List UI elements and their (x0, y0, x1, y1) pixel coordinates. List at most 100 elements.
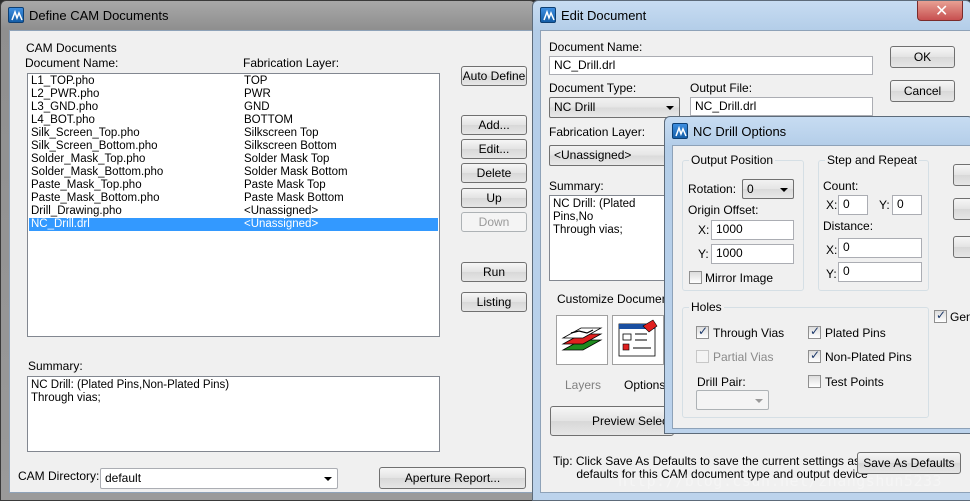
origin-y-input[interactable]: 1000 (711, 244, 794, 264)
cancel-button[interactable] (953, 198, 970, 220)
cancel-button[interactable]: Cancel (890, 80, 955, 102)
summary-label: Summary: (28, 359, 83, 373)
cam-directory-select[interactable]: default (100, 468, 338, 489)
close-icon: ✕ (935, 1, 949, 20)
count-x-input[interactable]: 0 (838, 195, 868, 215)
table-row[interactable]: Solder_Mask_Top.pho Solder Mask Top (29, 153, 438, 166)
summary-label: Summary: (549, 179, 604, 193)
distance-y-input[interactable]: 0 (838, 262, 922, 282)
table-row[interactable]: Silk_Screen_Top.pho Silkscreen Top (29, 127, 438, 140)
partial-vias-checkbox[interactable] (696, 350, 709, 363)
ok-button[interactable]: OK (890, 46, 955, 68)
document-name-cell: Silk_Screen_Bottom.pho (31, 140, 158, 152)
table-row[interactable]: NC_Drill.drl <Unassigned> (29, 218, 438, 231)
fabrication-layer-select[interactable]: <Unassigned> (549, 145, 680, 166)
fabrication-layer-cell: Paste Mask Top (244, 179, 326, 191)
fabrication-layer-cell: Solder Mask Bottom (244, 166, 348, 178)
up-button[interactable]: Up (461, 188, 527, 208)
document-name-cell: Solder_Mask_Top.pho (31, 153, 146, 165)
close-button[interactable]: ✕ (917, 1, 963, 21)
count-label: Count: (823, 179, 859, 193)
fabrication-layer-cell: TOP (244, 75, 268, 87)
define-cam-window: Define CAM Documents CAM Documents Docum… (0, 0, 537, 501)
cam-documents-list[interactable]: L1_TOP.pho TOP L2_PWR.pho PWR L3_GND.pho GND L… (27, 73, 440, 337)
fabrication-layer-cell: BOTTOM (244, 114, 293, 126)
test-points-label: Test Points (825, 375, 884, 389)
table-row[interactable]: Paste_Mask_Bottom.pho Paste Mask Bottom (29, 192, 438, 205)
define-cam-client: CAM Documents Document Name: Fabrication… (9, 30, 537, 493)
listing-button[interactable]: Listing (461, 292, 527, 312)
layers-button[interactable] (556, 315, 608, 365)
distance-y-label: Y: (826, 267, 837, 281)
count-y-input[interactable]: 0 (892, 195, 922, 215)
partial-vias-label: Partial Vias (713, 350, 774, 364)
document-name-cell: Paste_Mask_Top.pho (31, 179, 142, 191)
table-row[interactable]: L3_GND.pho GND (29, 101, 438, 114)
drill-pair-label: Drill Pair: (697, 375, 746, 389)
watermark: http://blog.csdn.net/zhangshun5233 (618, 472, 943, 490)
table-row[interactable]: L2_PWR.pho PWR (29, 88, 438, 101)
through-vias-checkbox[interactable] (696, 324, 709, 339)
table-row[interactable]: Silk_Screen_Bottom.pho Silkscreen Bottom (29, 140, 438, 153)
document-name-input[interactable]: NC_Drill.drl (549, 56, 873, 75)
fabrication-layer-cell: Silkscreen Top (244, 127, 319, 139)
options-label: Options (624, 378, 666, 392)
define-cam-titlebar[interactable]: Define CAM Documents (1, 1, 535, 29)
save-as-defaults-button[interactable]: Save As Defaults (857, 452, 961, 474)
window-title: Edit Document (561, 8, 647, 23)
distance-x-label: X: (826, 243, 838, 257)
table-row[interactable]: L4_BOT.pho BOTTOM (29, 114, 438, 127)
rotation-select[interactable]: 0 (742, 179, 794, 199)
window-title: NC Drill Options (693, 124, 787, 139)
auto-define-button[interactable]: Auto Define (461, 66, 527, 86)
step-repeat-label: Step and Repeat (825, 153, 920, 167)
fabrication-layer-cell: <Unassigned> (244, 205, 319, 217)
drill-pair-select[interactable] (696, 390, 769, 410)
document-name-cell: L4_BOT.pho (31, 114, 95, 126)
nc-drill-titlebar[interactable]: NC Drill Options (665, 117, 970, 145)
down-button[interactable]: Down (461, 212, 527, 232)
document-type-select[interactable]: NC Drill (549, 97, 680, 118)
table-row[interactable]: Drill_Drawing.pho <Unassigned> (29, 205, 438, 218)
help-button[interactable] (953, 236, 970, 258)
table-row[interactable]: Solder_Mask_Bottom.pho Solder Mask Bottom (29, 166, 438, 179)
count-x-label: X: (826, 198, 838, 212)
fabrication-layer-cell: GND (244, 101, 270, 113)
test-points-checkbox[interactable] (808, 375, 821, 388)
summary-text: NC Drill: (Plated Pins,No Through vias; (549, 195, 674, 281)
fabrication-layer-cell: <Unassigned> (244, 218, 319, 230)
document-name-header: Document Name: (25, 56, 119, 70)
layers-label: Layers (565, 378, 602, 392)
generate-checkbox[interactable] (934, 308, 947, 323)
fabrication-layer-cell: Solder Mask Top (244, 153, 330, 165)
document-name-cell: L3_GND.pho (31, 101, 99, 113)
origin-x-input[interactable]: 1000 (711, 220, 794, 240)
count-y-label: Y: (879, 198, 890, 212)
app-icon (8, 7, 24, 23)
document-name-cell: NC_Drill.drl (31, 218, 90, 230)
distance-x-input[interactable]: 0 (838, 238, 922, 258)
through-vias-label: Through Vias (713, 326, 785, 340)
output-file-input[interactable]: NC_Drill.drl (690, 97, 873, 116)
origin-y-label: Y: (698, 247, 709, 261)
plated-pins-label: Plated Pins (825, 326, 886, 340)
add-button[interactable]: Add... (461, 115, 527, 135)
aperture-report-button[interactable]: Aperture Report... (379, 467, 526, 489)
mirror-image-checkbox[interactable] (689, 271, 702, 284)
document-name-cell: Paste_Mask_Bottom.pho (31, 192, 160, 204)
delete-button[interactable]: Delete (461, 163, 527, 183)
nc-drill-options-window: NC Drill Options Output Position Rotatio… (664, 116, 970, 434)
plated-pins-checkbox[interactable] (808, 324, 821, 339)
edit-button[interactable]: Edit... (461, 139, 527, 159)
options-button[interactable] (612, 315, 664, 365)
ok-button[interactable] (953, 164, 970, 186)
preview-selections-button[interactable]: Preview Selectio (550, 406, 674, 436)
edit-document-titlebar[interactable]: Edit Document ✕ (533, 1, 970, 29)
table-row[interactable]: Paste_Mask_Top.pho Paste Mask Top (29, 179, 438, 192)
non-plated-pins-checkbox[interactable] (808, 348, 821, 363)
run-button[interactable]: Run (461, 262, 527, 282)
document-type-label: Document Type: (549, 81, 637, 95)
summary-text: NC Drill: (Plated Pins,Non-Plated Pins) … (27, 376, 440, 452)
table-row[interactable]: L1_TOP.pho TOP (29, 75, 438, 88)
app-icon (540, 7, 556, 23)
